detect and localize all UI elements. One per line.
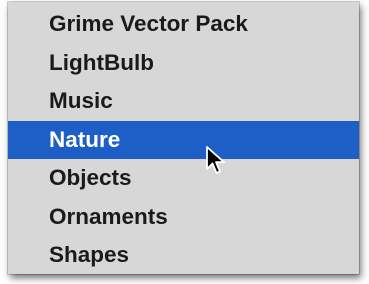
menu-item-music[interactable]: Music: [8, 82, 359, 121]
menu-item-grime-vector-pack[interactable]: Grime Vector Pack: [8, 5, 359, 44]
menu-item-objects[interactable]: Objects: [8, 159, 359, 198]
menu-item-lightbulb[interactable]: LightBulb: [8, 44, 359, 83]
menu-item-nature[interactable]: Nature: [8, 120, 359, 159]
menu-item-ornaments[interactable]: Ornaments: [8, 198, 359, 237]
menu-item-shapes[interactable]: Shapes: [8, 236, 359, 275]
dropdown-menu: Grime Vector Pack LightBulb Music Nature…: [8, 2, 359, 274]
